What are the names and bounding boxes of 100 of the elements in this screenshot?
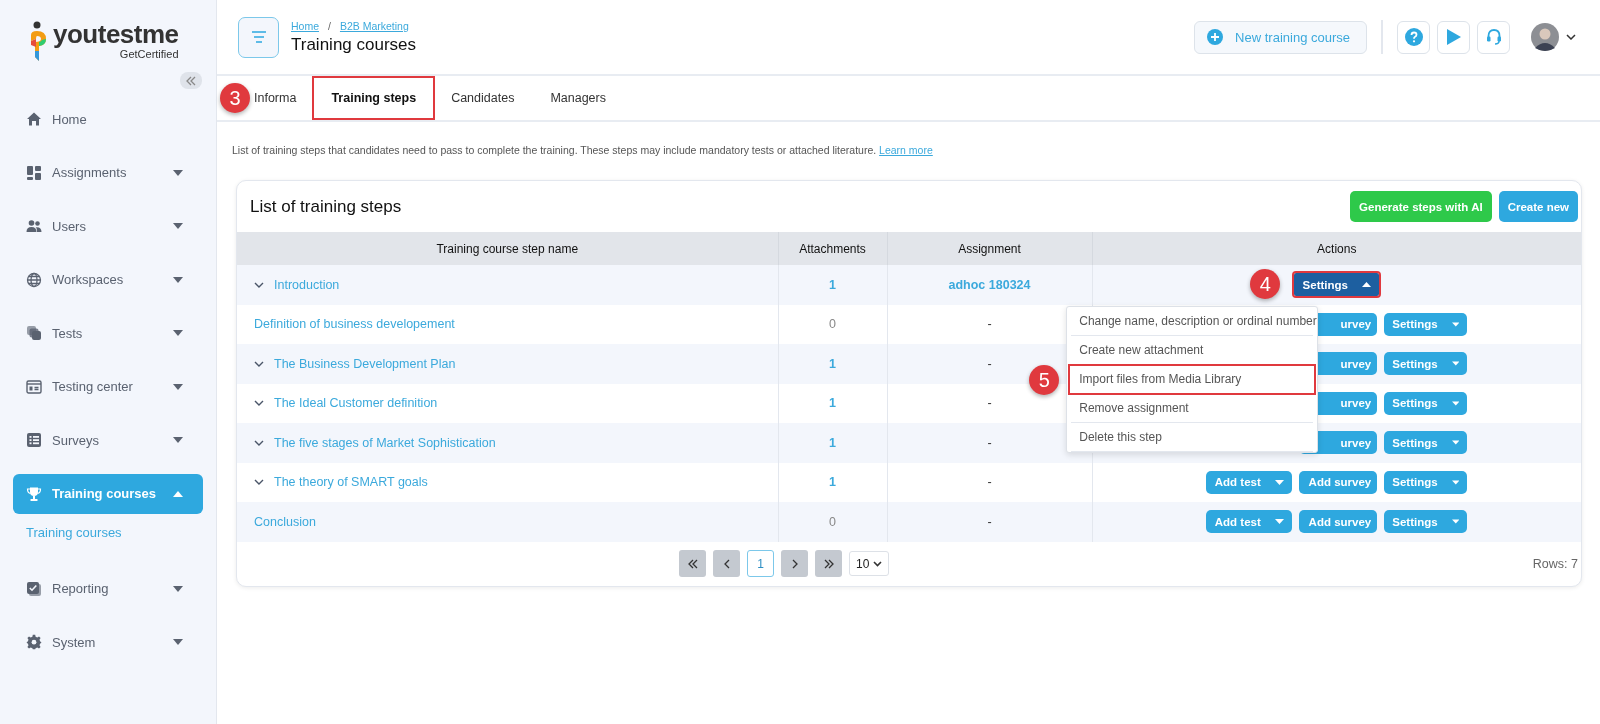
menu-item[interactable]: Create new attachment — [1071, 336, 1314, 366]
assignment-link[interactable]: adhoc 180324 — [948, 277, 1031, 292]
new-training-course-button[interactable]: New training course — [1194, 20, 1367, 54]
caret-icon — [1451, 479, 1460, 485]
settings-button[interactable]: Settings — [1384, 431, 1468, 455]
trophy-icon — [26, 485, 42, 502]
sidebar-item[interactable]: Users — [13, 206, 203, 246]
last-page-button[interactable] — [815, 550, 842, 577]
caret-icon — [1451, 440, 1460, 446]
sidebar-subitem[interactable]: Training courses — [13, 523, 203, 543]
breadcrumb-link[interactable]: Home — [291, 19, 319, 32]
step-badge: 4 — [1250, 269, 1281, 300]
sidebar-item[interactable]: Assignments — [13, 152, 203, 193]
attachments-link[interactable]: 1 — [829, 356, 836, 371]
settings-button[interactable]: Settings — [1384, 312, 1468, 336]
headset-icon — [1485, 28, 1502, 46]
attachments-link[interactable]: 1 — [829, 435, 836, 450]
caret-icon — [173, 330, 183, 336]
add-test-button[interactable]: Add test — [1206, 470, 1293, 494]
breadcrumb-separator: / — [328, 19, 331, 32]
menu-item[interactable]: Delete this step — [1071, 423, 1314, 453]
tab[interactable]: Informa — [254, 76, 297, 120]
rows-count: Rows: 7 — [1532, 556, 1578, 571]
sidebar-item[interactable]: Training courses — [13, 473, 203, 514]
caret-icon — [1451, 519, 1460, 525]
step-badge: 5 — [1029, 365, 1060, 396]
attachments-link[interactable]: 1 — [829, 277, 836, 292]
step-name-link[interactable]: The theory of SMART goals — [274, 475, 428, 490]
sidebar-item[interactable]: Tests — [13, 313, 203, 353]
caret-icon — [1274, 519, 1284, 525]
sidebar-item[interactable]: Reporting — [13, 568, 203, 609]
add-test-button[interactable]: Add test — [1206, 510, 1293, 534]
attachments-link[interactable]: 1 — [829, 475, 836, 490]
first-page-button[interactable] — [679, 550, 706, 577]
step-name-link[interactable]: Conclusion — [254, 514, 316, 529]
settings-button[interactable]: Settings — [1384, 470, 1468, 494]
settings-button[interactable]: Settings — [1384, 510, 1468, 534]
column-header: Assignment — [887, 232, 1092, 265]
chevron-down-icon[interactable] — [254, 439, 264, 446]
settings-button[interactable]: Settings — [1384, 391, 1468, 415]
settings-button[interactable]: Settings — [1294, 273, 1380, 297]
sidebar-item[interactable]: System — [13, 622, 203, 662]
support-button[interactable] — [1477, 20, 1510, 54]
attachments-count: 0 — [829, 317, 836, 332]
page-size-select[interactable]: 10 — [849, 551, 889, 576]
menu-item[interactable]: Remove assignment — [1071, 394, 1314, 424]
learn-more-link[interactable]: Learn more — [879, 144, 933, 156]
add-survey-button[interactable]: Add survey — [1299, 510, 1378, 534]
assignment-value: - — [987, 475, 992, 490]
step-name-link[interactable]: The Ideal Customer definition — [274, 396, 438, 411]
caret-icon — [173, 437, 183, 443]
assignment-value: - — [987, 356, 992, 371]
home-icon — [26, 111, 42, 127]
chevron-left-icon — [722, 558, 731, 569]
step-name-link[interactable]: The five stages of Market Sophistication — [274, 435, 496, 450]
page-button[interactable]: 1 — [747, 550, 774, 577]
caret-icon — [1451, 361, 1460, 367]
generate-button[interactable]: Generate steps with AI — [1350, 191, 1492, 222]
sidebar-item[interactable]: Surveys — [13, 420, 203, 460]
play-button[interactable] — [1437, 20, 1470, 54]
attachments-link[interactable]: 1 — [829, 396, 836, 411]
chevron-down-icon[interactable] — [254, 400, 264, 407]
chevron-down-icon[interactable] — [254, 281, 264, 288]
caret-icon — [1361, 282, 1371, 288]
assignment-value: - — [987, 514, 992, 529]
settings-button[interactable]: Settings — [1384, 352, 1468, 376]
chevron-down-icon[interactable] — [254, 479, 264, 486]
tab[interactable]: Training steps — [312, 76, 436, 120]
tab[interactable]: Managers — [550, 76, 606, 120]
chevron-down-icon — [873, 560, 882, 567]
collapse-button[interactable] — [180, 72, 202, 89]
create-button[interactable]: Create new — [1498, 191, 1578, 222]
logo-name: youtestme — [53, 20, 179, 48]
caret-icon — [173, 383, 183, 390]
caret-icon — [173, 639, 183, 645]
assignment-value: - — [987, 435, 992, 450]
step-name-link[interactable]: Definition of business developement — [254, 317, 455, 332]
logo-tagline: GetCertified — [119, 48, 179, 60]
column-header: Training course step name — [237, 232, 778, 265]
step-name-link[interactable]: Introduction — [274, 277, 340, 292]
menu-item[interactable]: Import files from Media Library — [1069, 365, 1316, 395]
help-button[interactable] — [1397, 20, 1430, 54]
caret-icon — [173, 169, 183, 176]
attachments-count: 0 — [829, 514, 836, 529]
add-survey-button[interactable]: Add survey — [1299, 470, 1378, 494]
caret-icon — [173, 585, 183, 592]
avatar[interactable] — [1531, 23, 1559, 51]
breadcrumb-link[interactable]: B2B Marketing — [339, 19, 409, 32]
chevron-down-icon[interactable] — [254, 360, 264, 367]
caret-icon — [1451, 400, 1460, 406]
sidebar-item[interactable]: Testing center — [13, 366, 203, 407]
caret-icon — [173, 490, 183, 497]
caret-icon — [173, 276, 183, 283]
step-name-link[interactable]: The Business Development Plan — [274, 356, 456, 371]
sidebar-item[interactable]: Workspaces — [13, 259, 203, 300]
sidebar-item[interactable]: Home — [13, 99, 203, 139]
caret-icon — [1451, 321, 1460, 327]
tab[interactable]: Candidates — [451, 76, 515, 120]
chevron-down-icon[interactable] — [1566, 34, 1576, 40]
settings-icon — [26, 634, 42, 650]
